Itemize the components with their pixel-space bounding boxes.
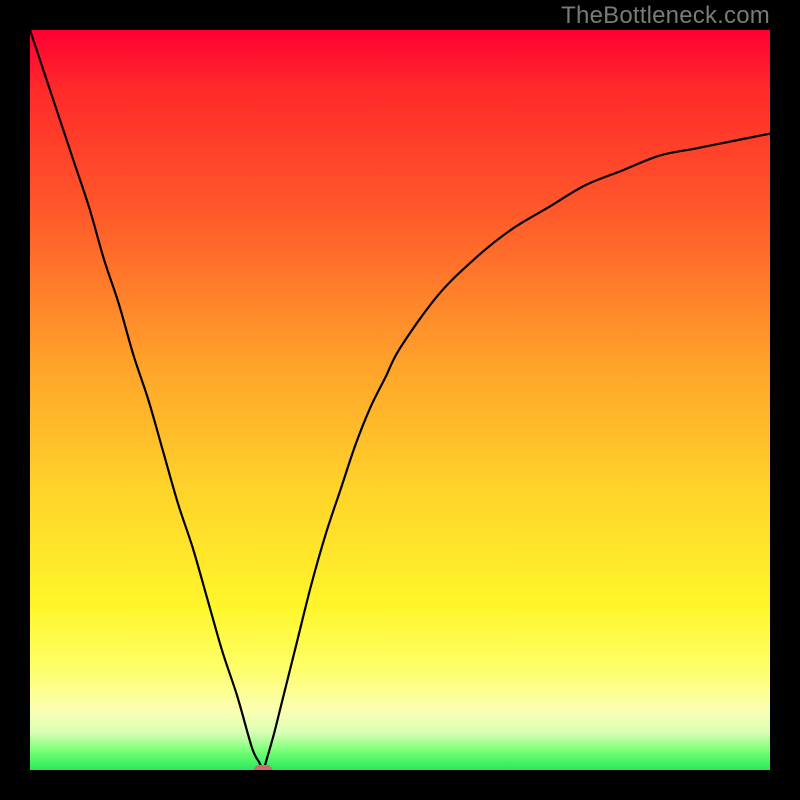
chart-frame: TheBottleneck.com bbox=[0, 0, 800, 800]
watermark-text: TheBottleneck.com bbox=[561, 2, 770, 30]
curve-layer bbox=[30, 30, 770, 770]
optimum-marker bbox=[254, 765, 272, 770]
plot-area bbox=[30, 30, 770, 770]
bottleneck-curve bbox=[30, 30, 770, 770]
